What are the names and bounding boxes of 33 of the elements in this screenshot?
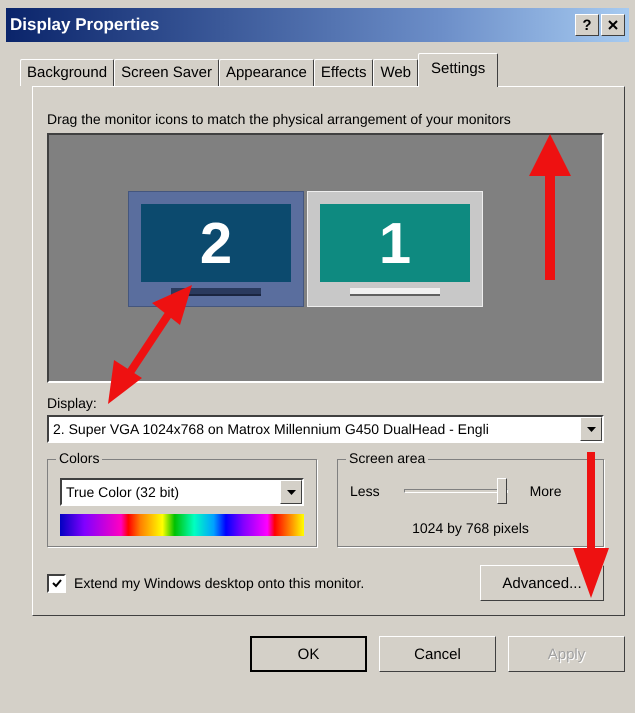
tab[interactable]: Settings xyxy=(418,53,498,87)
monitor-icon[interactable]: 2 xyxy=(128,191,304,307)
slider-thumb[interactable] xyxy=(497,478,508,504)
dropdown-button[interactable] xyxy=(580,417,602,441)
slider-min-label: Less xyxy=(350,483,380,499)
dialog-button[interactable]: OK xyxy=(250,636,367,672)
resolution-reading: 1024 by 768 pixels xyxy=(411,520,530,536)
check-icon xyxy=(52,578,62,588)
slider-max-label: More xyxy=(530,483,562,499)
monitor-icon[interactable]: 1 xyxy=(307,191,483,307)
dropdown-button[interactable] xyxy=(280,480,302,504)
window-title: Display Properties xyxy=(10,15,160,35)
caret-icon xyxy=(586,426,596,432)
close-icon xyxy=(608,20,618,30)
help-button[interactable]: ? xyxy=(575,14,599,36)
advanced-button[interactable]: Advanced... xyxy=(480,565,604,601)
instruction-text: Drag the monitor icons to match the physical arrangement of your monitors xyxy=(47,111,512,127)
checkbox-label: Extend my Windows desktop onto this monitor. xyxy=(74,575,364,591)
tab[interactable]: Effects xyxy=(314,59,374,86)
group-label: Colors xyxy=(56,450,102,466)
close-button[interactable] xyxy=(601,14,625,36)
caret-icon xyxy=(286,490,296,494)
tab[interactable]: Web xyxy=(373,59,418,86)
group-label: Screen area xyxy=(346,450,428,466)
tab[interactable]: Appearance xyxy=(218,59,314,86)
display-label: Display: xyxy=(47,395,98,411)
checkbox[interactable] xyxy=(47,574,66,592)
colors-dropdown[interactable]: True Color (32 bit) xyxy=(60,478,304,506)
display-dropdown[interactable]: 2. Super VGA 1024x768 on Matrox Millennium G450 DualHead - Engli xyxy=(47,415,604,443)
tab[interactable]: Background xyxy=(20,59,114,86)
dialog-button[interactable]: Cancel xyxy=(379,636,496,672)
tab[interactable]: Screen Saver xyxy=(114,59,219,86)
resolution-slider[interactable] xyxy=(404,478,508,504)
